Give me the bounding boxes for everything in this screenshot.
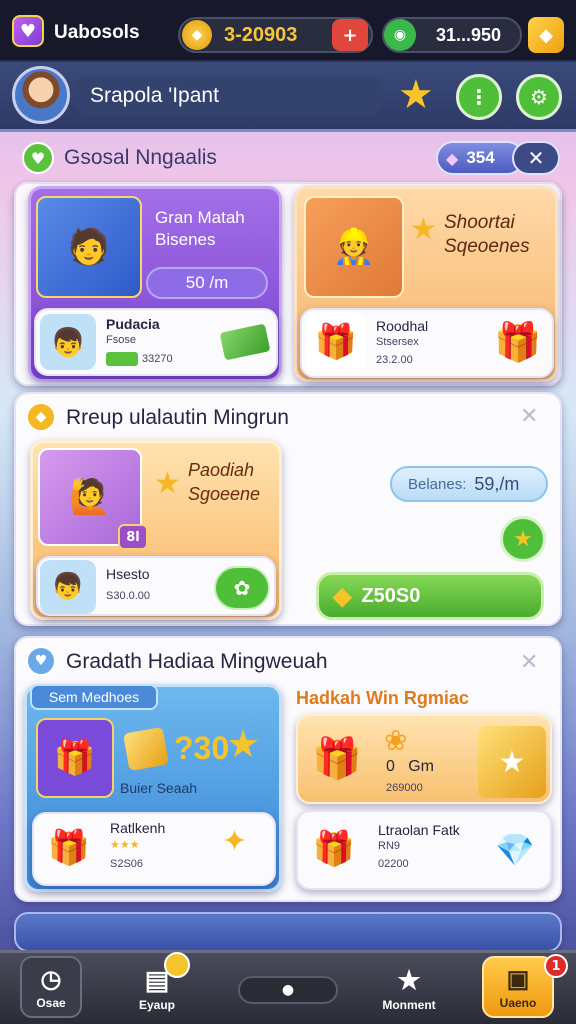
section2-close-icon[interactable]: ✕ [520,404,538,429]
gem-currency-value: 31...950 [436,24,502,45]
clock-icon: ◷ [40,966,62,993]
card-b-item-price: 23.2.00 [376,354,413,366]
promo-item-avatar: 👦 [40,560,96,614]
gold-bar-icon [123,726,169,772]
card-a-item-cash-icon [106,352,138,366]
green-gem-icon: ◉ [384,19,416,51]
section3-title: Gradath Hadiaa Mingweuah [66,650,328,673]
section1-close-button[interactable]: ✕ [512,141,560,175]
gem-box-icon: 💎 [495,831,535,869]
left-bundle-item-price: S2S06 [110,858,144,870]
balance-pill: Belanes: 59,/m [390,466,548,502]
favorite-star-icon[interactable]: ★ [398,74,434,116]
nav-notification-badge: 1 [544,954,568,978]
currency-gem-pill[interactable]: ◉ 31...950 [382,17,522,53]
shield-icon: ◆ [446,148,459,168]
purple-gift-icon: 🎁 [47,828,91,868]
card-a-item-price: 33270 [142,353,173,365]
player-name: Srapola 'Ipant [90,84,219,107]
right-bundle-small: 269000 [386,782,423,794]
left-bundle-caption: Buier Seaah [120,780,198,796]
nav-home-label: Osae [36,996,66,1010]
buy-button[interactable]: ◆ Z50S0 [316,572,544,620]
promo-badge: 8l [118,524,148,550]
gold-coin-icon: ◆ [182,20,212,50]
nav-moment-button[interactable]: ★ Monment [378,956,440,1018]
nav-home-button[interactable]: ◷ Osae [20,956,82,1018]
buy-gold-icon: ◆ [333,582,352,610]
left-bundle-stars: ★★★ [110,838,140,851]
promo-item-price: S30.0.00 [106,590,151,602]
card-a-title-1: Gran Matah [155,208,245,227]
character-art-b: 👷 [304,196,404,298]
card-a-price-button[interactable]: 50 /m [146,267,268,299]
card-b-item-sub: Stsersex [376,336,419,348]
app-name: Uabosols [54,22,140,43]
bow-icon: ❀ [384,724,408,757]
card-a-title-2: Bisenes [155,230,216,249]
gold-gift-art: 🎁 [36,718,114,798]
section3-shield-icon: ♥ [26,646,56,676]
buy-button-label: Z50S0 [361,584,421,607]
card-a-item-title: Pudacia [106,316,160,332]
player-name-pill[interactable]: Srapola 'Ipant [76,76,381,116]
section2-title: Rreup ulalautin Mingrun [66,406,289,429]
right-bundle-item-title: Ltraolan Fatk [378,822,460,838]
character-art-a: 🧑 [36,196,142,298]
left-bundle-item-title: Ratlkenh [110,820,166,836]
section1-badge[interactable]: ◆ 354 [436,141,524,175]
chat-button[interactable]: ⋮ [456,74,502,120]
shop-diamond-button[interactable]: ◆ [528,17,564,53]
add-gold-button[interactable]: + [332,19,368,51]
camera-icon: ▣ [506,966,530,993]
nav-equip-label: Eyaup [138,998,175,1012]
card-b-star-icon: ★ [410,212,437,247]
left-bundle-price: ?30 [174,730,230,766]
next-section-peek [14,912,562,952]
left-bundle-star-icon: ★ [226,722,261,766]
card-b-title-2: Sqeoenes [444,236,530,257]
section1-title: Gsosal Nngaalis [64,146,217,169]
right-bundle-big: 0 Gm [386,758,435,775]
balance-label: Belanes: [408,475,467,493]
right-bundle-item-price: 02200 [378,858,409,870]
settings-button[interactable]: ⚙ [516,74,562,120]
balance-value: 59,/m [474,473,520,494]
nav-center-button[interactable]: ● [238,976,338,1004]
promo-item-action-button[interactable]: ✿ [214,566,270,610]
coin-reward-icon[interactable]: ★ [500,516,546,562]
nav-shop-label: Uaeno [499,996,537,1010]
section2-icon: ◆ [26,402,56,432]
red-gift-art: 🎁 [312,735,362,782]
right-bundle-item-sub: RN9 [378,840,401,852]
nav-equip-badge [164,952,190,978]
app-logo-icon[interactable]: ♥ [12,15,44,47]
promo-title-2: Sgoeene [188,484,261,504]
right-bundle-title: Hadkah Win Rgmiac [296,688,469,708]
blue-gift-icon: 🎁 [312,829,356,869]
sparkle-icon: ✦ [222,824,248,859]
card-b-item-title: Roodhal [376,318,429,334]
gold-currency-value: 3-20903 [224,23,298,46]
promo-title-1: Paodiah [188,460,255,480]
section1-badge-value: 354 [466,148,495,167]
gift-box-icon: 🎁 [306,312,366,372]
card-a-item-sub: Fsose [106,334,136,346]
gold-card-art: ★ [478,726,546,798]
section3-close-icon[interactable]: ✕ [520,650,538,675]
promo-item-title: Hsesto [106,566,150,582]
nav-moment-label: Monment [382,998,436,1012]
section3-tag: Sem Medhoes [30,684,158,710]
section1-heart-icon: ♥ [22,142,54,174]
card-a-item-avatar: 👦 [40,314,96,370]
gold-chest-icon: 🎁 [494,319,542,364]
trophy-icon: ★ [397,965,421,995]
avatar[interactable] [12,66,70,124]
promo-star-icon: ★ [154,466,181,501]
card-b-title-1: Shoortai [444,212,515,233]
